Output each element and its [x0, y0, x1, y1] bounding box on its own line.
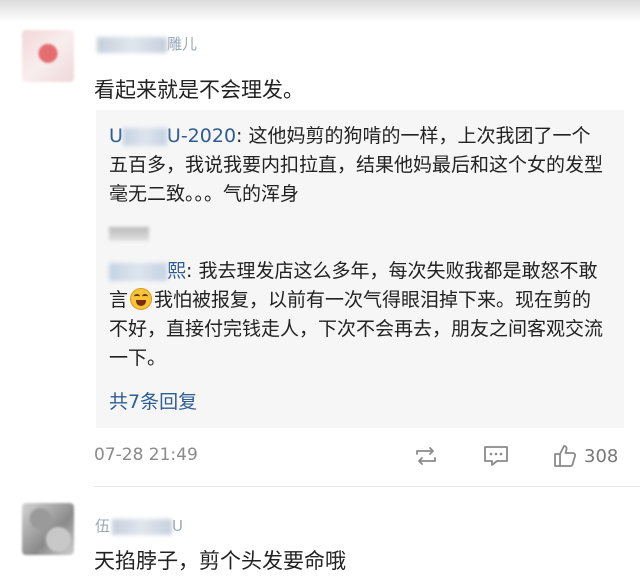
like-button[interactable]: 308 — [552, 442, 618, 470]
comment-text: 天掐脖子，剪个头发要命哦 — [94, 549, 346, 573]
comment-actions: 07-28 21:49 308 — [94, 440, 624, 472]
reply-thread: U U-2020: 这他妈剪的狗啃的一样，上次我团了一个五百多，我说我要内扣拉直，… — [96, 110, 624, 428]
blurred-username — [122, 127, 167, 146]
reply-button[interactable] — [482, 442, 510, 470]
repost-icon — [416, 447, 436, 465]
avatar[interactable] — [22, 503, 74, 555]
reply-item: 熙: 我去理发店这么多年，每次失败我都是敢怒不敢言 我怕被报复，以前有一次气得眼泪… — [109, 257, 609, 373]
like-count: 308 — [584, 445, 619, 467]
reply-username[interactable]: 熙 — [109, 260, 186, 282]
blurred-username — [112, 518, 173, 535]
repost-button[interactable] — [412, 442, 440, 470]
comment-username[interactable]: 伍U — [95, 515, 183, 536]
divider — [94, 486, 640, 487]
reply-username[interactable]: U U-2020 — [109, 125, 236, 147]
thumbs-up-icon — [554, 445, 577, 467]
avatar[interactable] — [22, 30, 74, 82]
top-edge — [0, 0, 640, 22]
reply-text-continued: 我怕被报复，以前有一次气得眼泪掉下来。现在剪的不好，直接付完钱走人，下次不会再去… — [109, 289, 604, 369]
more-replies-link[interactable]: 共7条回复 — [109, 387, 197, 414]
blurred-username — [109, 262, 167, 281]
timestamp: 07-28 21:49 — [94, 445, 198, 465]
comment-text: 看起来就是不会理发。 — [94, 78, 304, 102]
comment-username[interactable]: 雕儿 — [95, 33, 197, 54]
grinning-sweat-emoji-icon — [130, 288, 153, 310]
blurred-username — [97, 36, 167, 53]
truncated-text — [109, 227, 149, 241]
reply-item: U U-2020: 这他妈剪的狗啃的一样，上次我团了一个五百多，我说我要内扣拉直，… — [109, 122, 609, 209]
comment-icon — [484, 446, 508, 466]
